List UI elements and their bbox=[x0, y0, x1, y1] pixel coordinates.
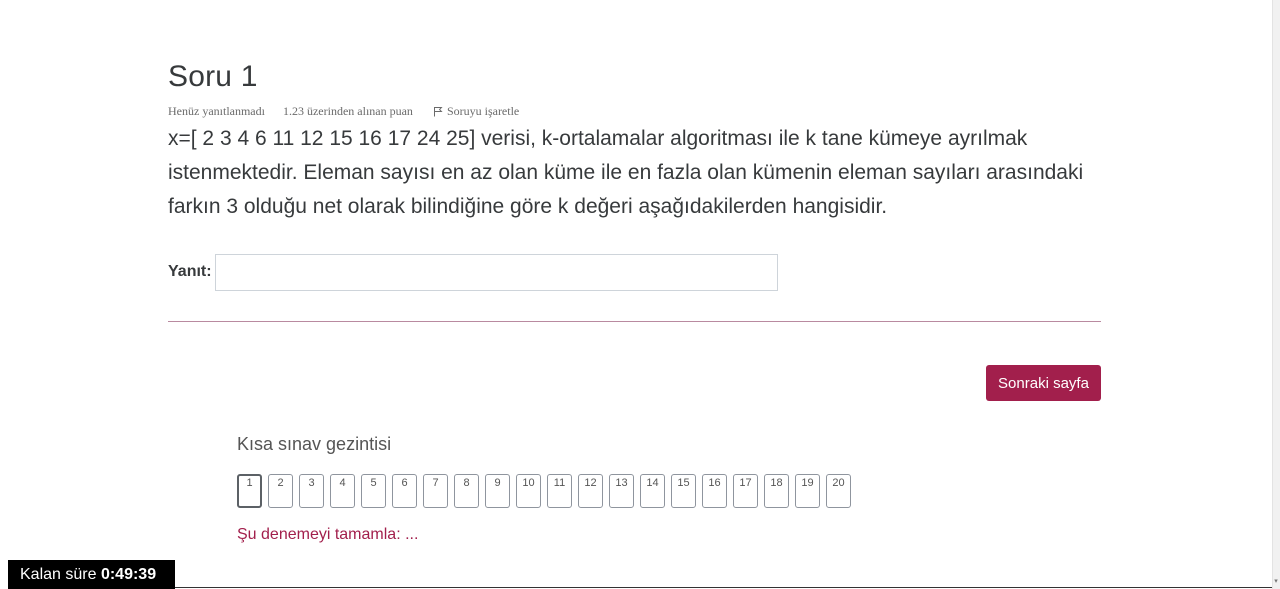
quiz-nav-button[interactable]: 6 bbox=[392, 474, 417, 508]
quiz-nav-button[interactable]: 8 bbox=[454, 474, 479, 508]
quiz-nav-button[interactable]: 11 bbox=[547, 474, 572, 508]
quiz-page: Soru 1 Henüz yanıtlanmadı 1.23 üzerinden… bbox=[0, 0, 1280, 589]
quiz-nav-button-number: 4 bbox=[339, 477, 346, 489]
answer-input[interactable] bbox=[215, 254, 778, 291]
timer: Kalan süre 0:49:39 bbox=[8, 560, 175, 589]
quiz-nav-button-number: 1 bbox=[246, 477, 253, 489]
quiz-nav-button-number: 20 bbox=[832, 477, 845, 489]
quiz-nav-button-number: 9 bbox=[494, 477, 501, 489]
quiz-nav-button-number: 5 bbox=[370, 477, 377, 489]
question-points: 1.23 üzerinden alınan puan bbox=[282, 104, 413, 118]
quiz-nav-button-number: 15 bbox=[677, 477, 690, 489]
question-info: Henüz yanıtlanmadı 1.23 üzerinden alınan… bbox=[168, 104, 519, 119]
divider bbox=[168, 321, 1101, 322]
scroll-down-icon[interactable]: ▾ bbox=[1273, 578, 1279, 585]
quiz-nav-button[interactable]: 3 bbox=[299, 474, 324, 508]
quiz-navigation-title: Kısa sınav gezintisi bbox=[237, 434, 392, 454]
question-title: Soru 1 bbox=[168, 60, 258, 93]
quiz-nav-button-number: 8 bbox=[463, 477, 470, 489]
flag-question-link[interactable]: Soruyu işaretle bbox=[433, 104, 519, 119]
quiz-nav-button-number: 6 bbox=[401, 477, 408, 489]
quiz-nav-button-number: 14 bbox=[646, 477, 659, 489]
quiz-nav-button-number: 13 bbox=[615, 477, 628, 489]
flag-question-label: Soruyu işaretle bbox=[446, 104, 520, 118]
question-text: x=[ 2 3 4 6 11 12 15 16 17 24 25] verisi… bbox=[168, 127, 1084, 218]
flag-icon bbox=[433, 107, 443, 117]
quiz-nav-button[interactable]: 13 bbox=[609, 474, 634, 508]
next-page-button[interactable]: Sonraki sayfa bbox=[986, 365, 1101, 401]
quiz-nav-button[interactable]: 18 bbox=[764, 474, 789, 508]
quiz-nav-button[interactable]: 20 bbox=[826, 474, 851, 508]
quiz-nav-button-number: 19 bbox=[801, 477, 814, 489]
quiz-nav-button[interactable]: 7 bbox=[423, 474, 448, 508]
quiz-nav-button[interactable]: 4 bbox=[330, 474, 355, 508]
quiz-nav-button-number: 16 bbox=[708, 477, 721, 489]
quiz-nav-button[interactable]: 5 bbox=[361, 474, 386, 508]
question-status: Henüz yanıtlanmadı bbox=[168, 104, 265, 118]
quiz-nav-button[interactable]: 19 bbox=[795, 474, 820, 508]
quiz-nav-button-number: 2 bbox=[277, 477, 284, 489]
quiz-nav-button-number: 17 bbox=[739, 477, 752, 489]
quiz-nav-button-number: 11 bbox=[553, 477, 566, 489]
quiz-nav-button[interactable]: 15 bbox=[671, 474, 696, 508]
quiz-nav-button-number: 12 bbox=[584, 477, 597, 489]
timer-value: 0:49:39 bbox=[100, 566, 157, 583]
quiz-nav-button[interactable]: 17 bbox=[733, 474, 758, 508]
quiz-navigation: 1 2 3 4 5 6 7 8 9 10 11 12 13 14 15 16 17 18 19 20 bbox=[237, 474, 857, 508]
quiz-nav-button[interactable]: 10 bbox=[516, 474, 541, 508]
quiz-nav-button[interactable]: 14 bbox=[640, 474, 665, 508]
quiz-nav-button-number: 10 bbox=[522, 477, 535, 489]
quiz-nav-button[interactable]: 12 bbox=[578, 474, 603, 508]
quiz-nav-button-number: 18 bbox=[770, 477, 783, 489]
finish-attempt-link[interactable]: Şu denemeyi tamamla: ... bbox=[237, 526, 418, 544]
scrollbar[interactable]: ▾ bbox=[1272, 0, 1280, 589]
quiz-nav-button-number: 3 bbox=[308, 477, 315, 489]
quiz-nav-button-number: 7 bbox=[432, 477, 439, 489]
bottom-border bbox=[175, 587, 1272, 588]
answer-label: Yanıt: bbox=[168, 263, 212, 280]
timer-label: Kalan süre bbox=[20, 566, 101, 583]
quiz-nav-button[interactable]: 9 bbox=[485, 474, 510, 508]
quiz-nav-button[interactable]: 16 bbox=[702, 474, 727, 508]
quiz-nav-button[interactable]: 2 bbox=[268, 474, 293, 508]
quiz-nav-button[interactable]: 1 bbox=[237, 474, 262, 508]
